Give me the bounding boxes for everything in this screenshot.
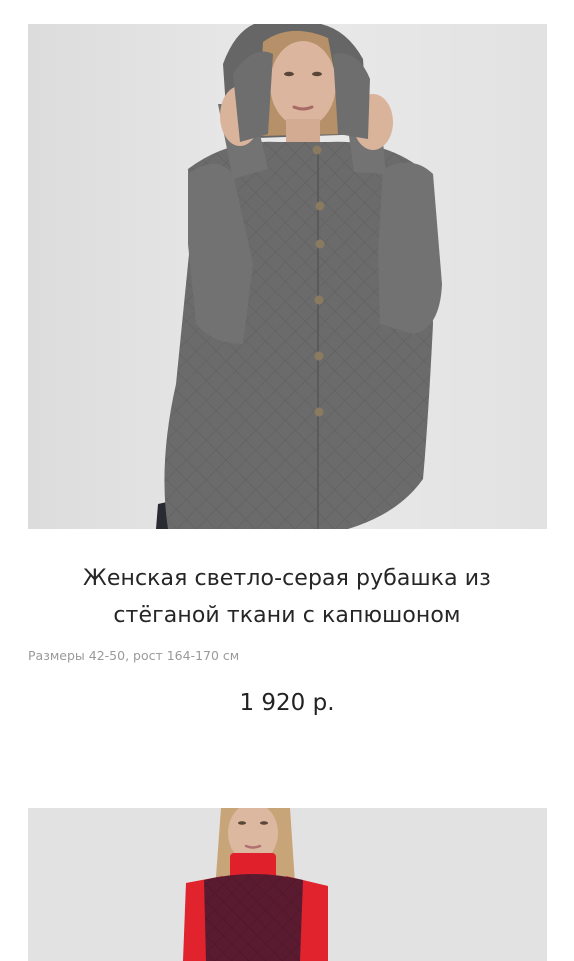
product-size-info: Размеры 42-50, рост 164-170 см (28, 648, 240, 663)
product-price: 1 920 р. (239, 690, 335, 716)
product-card[interactable] (0, 808, 574, 961)
product-image[interactable] (28, 808, 547, 961)
product-image[interactable] (28, 24, 547, 529)
model-in-grey-hooded-shirt-illustration (28, 24, 547, 529)
model-in-burgundy-vest-illustration (28, 808, 547, 961)
product-card[interactable]: Женская светло-серая рубашка из стёганой… (0, 0, 574, 760)
product-title[interactable]: Женская светло-серая рубашка из стёганой… (48, 560, 526, 634)
